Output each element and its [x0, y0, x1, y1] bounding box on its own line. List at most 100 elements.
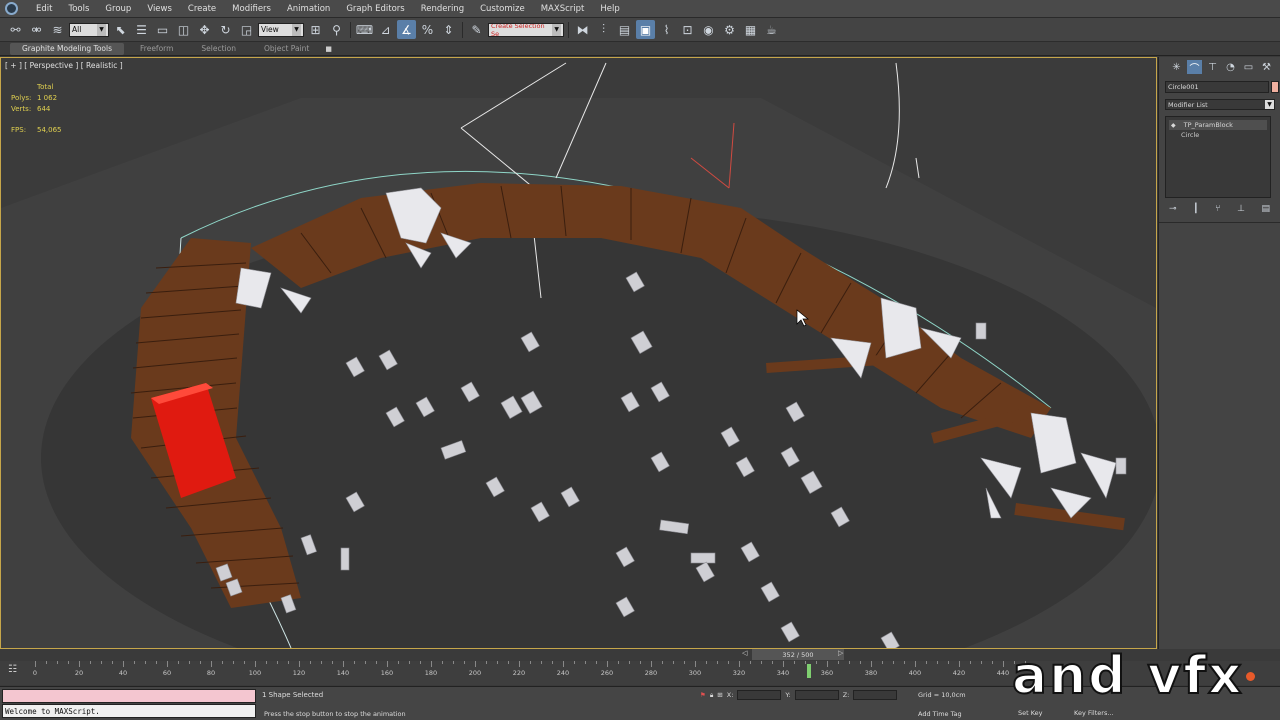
menu-tools[interactable]: Tools — [60, 4, 97, 14]
ref-coord-dropdown[interactable]: View ▼ — [258, 22, 304, 37]
graphite-toggle-icon[interactable]: ▣ — [636, 20, 655, 39]
set-key-button[interactable]: Set Key — [1018, 709, 1043, 717]
layer-manager-icon[interactable]: ▤ — [615, 20, 634, 39]
menu-rendering[interactable]: Rendering — [413, 4, 472, 14]
viewport-statistics: Total Polys: 1 062 Verts: 644 FPS: 54,06… — [11, 82, 62, 136]
spinner-snap-icon[interactable]: ⇕ — [439, 20, 458, 39]
menu-modifiers[interactable]: Modifiers — [224, 4, 279, 14]
menu-customize[interactable]: Customize — [472, 4, 533, 14]
perspective-viewport[interactable]: [ + ] [ Perspective ] [ Realistic ] Tota… — [0, 57, 1157, 649]
show-end-result-icon[interactable]: ┃ — [1193, 204, 1198, 214]
maxscript-listener-input[interactable] — [2, 689, 256, 703]
timeline-tick-mark — [816, 661, 817, 664]
pin-stack-icon[interactable]: ⊸ — [1169, 204, 1177, 214]
stats-fps-label: FPS: — [11, 126, 27, 134]
select-object-icon[interactable]: ⬉ — [111, 20, 130, 39]
y-coord-field[interactable] — [794, 690, 839, 700]
angle-snap-icon[interactable]: ∡ — [397, 20, 416, 39]
align-icon[interactable]: ⫶ — [594, 20, 613, 39]
material-editor-icon[interactable]: ◉ — [699, 20, 718, 39]
window-crossing-icon[interactable]: ◫ — [174, 20, 193, 39]
move-icon[interactable]: ✥ — [195, 20, 214, 39]
menu-help[interactable]: Help — [592, 4, 627, 14]
motion-tab-icon[interactable]: ◔ — [1223, 60, 1238, 74]
absolute-mode-icon[interactable]: ⊞ — [717, 691, 722, 699]
remove-modifier-icon[interactable]: ⊥ — [1237, 204, 1245, 214]
timeline-tick-mark — [464, 661, 465, 664]
time-next-icon[interactable]: ▷ — [838, 649, 843, 657]
pivot-center-icon[interactable]: ⊞ — [306, 20, 325, 39]
bind-spacewarp-icon[interactable]: ≋ — [48, 20, 67, 39]
maxscript-output[interactable]: Welcome to MAXScript. — [2, 704, 256, 718]
scene-render[interactable] — [1, 58, 1156, 648]
menu-animation[interactable]: Animation — [279, 4, 338, 14]
display-tab-icon[interactable]: ▭ — [1241, 60, 1256, 74]
configure-sets-icon[interactable]: ▤ — [1261, 204, 1270, 214]
time-slider-thumb[interactable]: 352 / 500 — [752, 649, 844, 660]
curve-editor-icon[interactable]: ⌇ — [657, 20, 676, 39]
menu-graph-editors[interactable]: Graph Editors — [338, 4, 412, 14]
hierarchy-tab-icon[interactable]: ⊤ — [1205, 60, 1220, 74]
viewport-label[interactable]: [ + ] [ Perspective ] [ Realistic ] — [5, 61, 123, 70]
lock-selection-icon[interactable]: 🔒︎ — [710, 691, 713, 700]
app-logo-icon[interactable] — [0, 0, 22, 18]
rendered-frame-icon[interactable]: ▦ — [741, 20, 760, 39]
selection-filter-dropdown[interactable]: All ▼ — [69, 22, 109, 37]
rect-region-icon[interactable]: ▭ — [153, 20, 172, 39]
percent-snap-icon[interactable]: % — [418, 20, 437, 39]
timeline-tick-mark — [277, 661, 278, 664]
ribbon-tab-graphite[interactable]: Graphite Modeling Tools — [10, 42, 125, 55]
timeline-ruler[interactable]: 0 20 40 60 80 100 120 140 160 180 200 220 240 260 280 3… — [30, 661, 1030, 685]
object-name-field[interactable]: Circle001 — [1165, 81, 1269, 93]
expand-icon[interactable]: ◆ — [1171, 122, 1176, 129]
select-by-name-icon[interactable]: ☰ — [132, 20, 151, 39]
ribbon-tab-object-paint[interactable]: Object Paint — [252, 43, 321, 55]
menu-edit[interactable]: Edit — [22, 4, 60, 14]
menu-views[interactable]: Views — [139, 4, 180, 14]
menu-create[interactable]: Create — [180, 4, 224, 14]
create-tab-icon[interactable]: ✳ — [1169, 60, 1184, 74]
timeline-tick-mark — [288, 661, 289, 664]
named-selection-set-dropdown[interactable]: Create Selection Se ▼ — [488, 22, 564, 37]
snap-toggle-icon[interactable]: ⊿ — [376, 20, 395, 39]
isolate-icon[interactable]: ⚑ — [700, 691, 706, 699]
make-unique-icon[interactable]: ⑂ — [1215, 204, 1220, 214]
stack-item-tp-paramblock[interactable]: ◆ TP_ParamBlock — [1169, 120, 1267, 130]
modifier-list-label: Modifier List — [1168, 100, 1208, 109]
z-coord-field[interactable] — [853, 690, 898, 700]
mini-curve-editor-icon[interactable]: ☷ — [8, 664, 17, 675]
command-panel-divider — [1159, 222, 1280, 223]
key-filters-button[interactable]: Key Filters... — [1074, 709, 1114, 717]
timeline-tick-mark — [244, 661, 245, 664]
rotate-icon[interactable]: ↻ — [216, 20, 235, 39]
menu-maxscript[interactable]: MAXScript — [533, 4, 593, 14]
timeline-tick-mark — [970, 661, 971, 664]
stack-item-circle[interactable]: Circle — [1169, 130, 1267, 140]
ribbon-minimize-icon[interactable]: ■ — [325, 45, 333, 53]
modifier-stack: ◆ TP_ParamBlock Circle — [1165, 116, 1271, 198]
edit-named-selection-icon[interactable]: ✎ — [467, 20, 486, 39]
playhead-marker[interactable] — [807, 664, 812, 678]
keyboard-shortcut-icon[interactable]: ⌨ — [355, 20, 374, 39]
mirror-icon[interactable]: ⧓ — [573, 20, 592, 39]
timeline-tick-label: 260 — [600, 669, 614, 677]
x-coord-field[interactable] — [737, 690, 782, 700]
scale-icon[interactable]: ◲ — [237, 20, 256, 39]
utilities-tab-icon[interactable]: ⚒ — [1259, 60, 1274, 74]
object-color-swatch[interactable] — [1271, 81, 1279, 93]
unlink-icon[interactable]: ⚮ — [27, 20, 46, 39]
time-prev-icon[interactable]: ◁ — [742, 649, 747, 657]
ribbon-tab-selection[interactable]: Selection — [189, 43, 248, 55]
ribbon-tab-freeform[interactable]: Freeform — [128, 43, 185, 55]
render-setup-icon[interactable]: ⚙ — [720, 20, 739, 39]
schematic-view-icon[interactable]: ⊡ — [678, 20, 697, 39]
select-manipulate-icon[interactable]: ⚲ — [327, 20, 346, 39]
render-production-icon[interactable]: ☕ — [762, 20, 781, 39]
timeline-tick-mark — [35, 661, 36, 667]
link-icon[interactable]: ⚯ — [6, 20, 25, 39]
modify-tab-icon[interactable]: ⌒ — [1187, 60, 1202, 75]
timeline-tick-mark — [134, 661, 135, 664]
add-time-tag-button[interactable]: Add Time Tag — [918, 710, 962, 718]
menu-group[interactable]: Group — [97, 4, 139, 14]
modifier-list-dropdown[interactable]: Modifier List ▼ — [1165, 99, 1275, 110]
